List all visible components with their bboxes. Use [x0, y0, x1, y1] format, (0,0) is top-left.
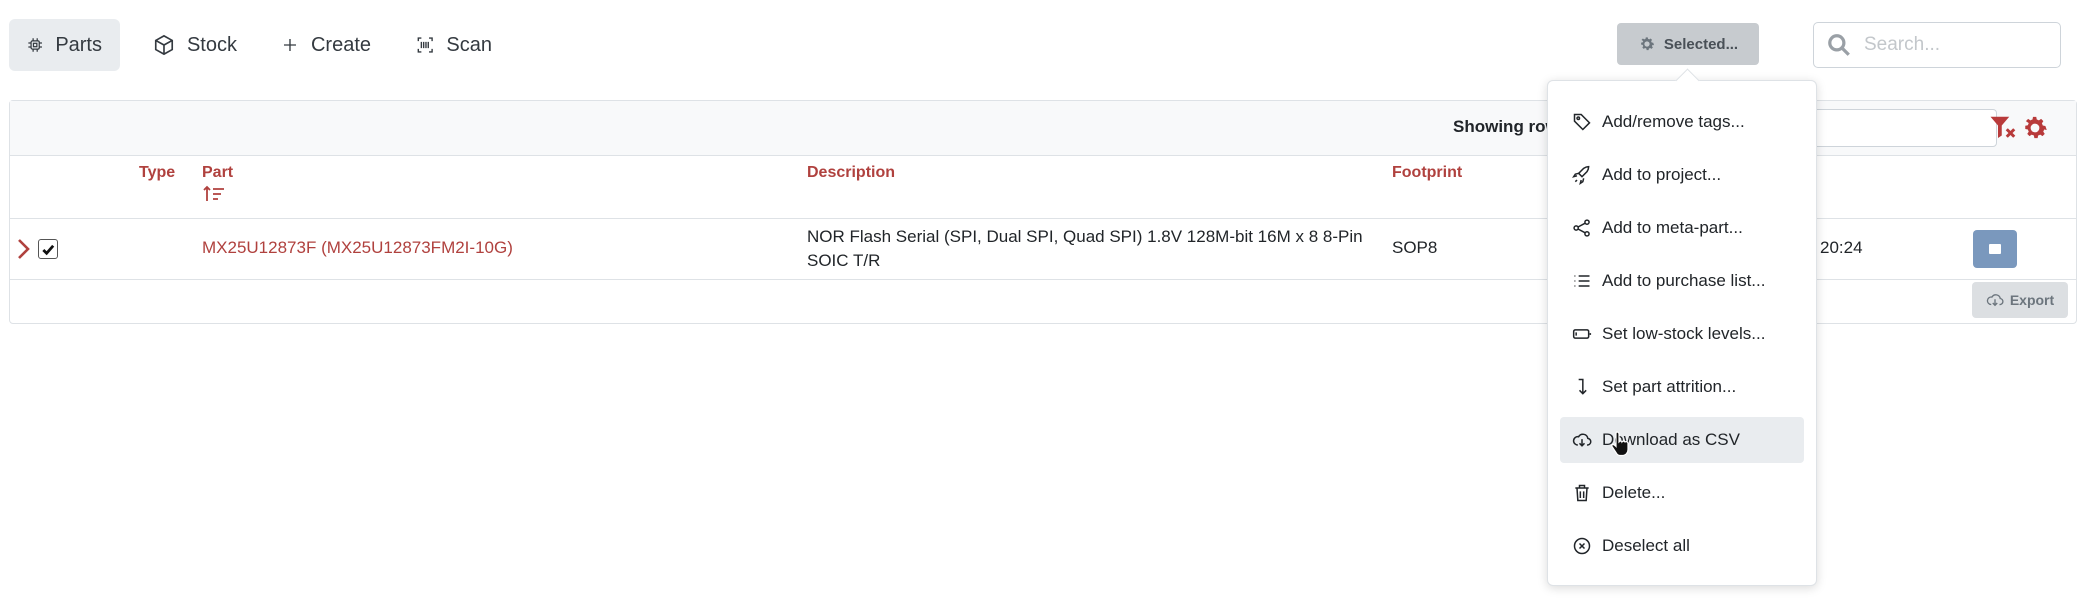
nav-create-label: Create	[310, 33, 371, 56]
circle-x-icon	[1573, 537, 1591, 555]
nav-parts-label: Parts	[55, 33, 102, 56]
selected-button-label: Selected...	[1663, 35, 1739, 53]
box-icon	[154, 34, 174, 56]
row-time: 20:24	[1820, 238, 1863, 257]
list-icon	[1574, 275, 1590, 287]
nav-create[interactable]: Create	[263, 19, 389, 71]
menu-item-tags[interactable]: Add/remove tags...	[1560, 99, 1804, 145]
table-settings-gear-icon[interactable]	[2020, 113, 2050, 143]
menu-item-project[interactable]: Add to project...	[1560, 152, 1804, 198]
search-box	[1813, 22, 2061, 68]
menu-item-deselect-all[interactable]: Deselect all	[1560, 523, 1804, 569]
col-part-header[interactable]: Part	[202, 164, 233, 182]
menu-item-download-csv[interactable]: Download as CSV	[1560, 417, 1804, 463]
col-footprint-header[interactable]: Footprint	[1392, 164, 1462, 182]
menu-item-label: Set part attrition...	[1602, 377, 1737, 396]
barcode-icon	[417, 37, 433, 53]
chevron-right-icon[interactable]	[16, 237, 32, 261]
selected-actions-button[interactable]: Selected...	[1617, 23, 1759, 65]
hand-pointer-cursor-icon	[1611, 431, 1629, 457]
col-type-header[interactable]: Type	[139, 164, 175, 182]
nav-parts[interactable]: Parts	[9, 19, 120, 71]
filter-remove-icon[interactable]	[1988, 113, 2018, 143]
nav-scan[interactable]: Scan	[398, 19, 510, 71]
search-input[interactable]	[1862, 33, 2046, 57]
rocket-icon	[1572, 165, 1590, 185]
menu-item-label: Add to project...	[1602, 165, 1722, 184]
cloud-download-icon	[1572, 433, 1592, 447]
menu-item-label: Add/remove tags...	[1602, 112, 1745, 131]
export-label: Export	[2009, 292, 2055, 308]
row-checkbox[interactable]	[38, 239, 58, 259]
col-description-header[interactable]: Description	[807, 164, 895, 182]
menu-item-label: Deselect all	[1602, 536, 1690, 555]
menu-item-label: Add to meta-part...	[1602, 218, 1743, 237]
nav-stock[interactable]: Stock	[135, 19, 255, 71]
cloud-download-icon	[1986, 294, 2004, 307]
arrow-down-icon	[1578, 378, 1587, 395]
selected-actions-menu: Add/remove tags... Add to project... Add…	[1547, 80, 1817, 586]
search-icon	[1828, 34, 1850, 56]
part-link[interactable]: MX25U12873F (MX25U12873FM2I-10G)	[202, 238, 513, 258]
menu-item-low-stock[interactable]: Set low-stock levels...	[1560, 311, 1804, 357]
menu-item-purchase-list[interactable]: Add to purchase list...	[1560, 258, 1804, 304]
part-footprint: SOP8	[1392, 238, 1438, 257]
part-description: NOR Flash Serial (SPI, Dual SPI, Quad SP…	[807, 227, 1363, 270]
row-action-button[interactable]	[1973, 230, 2017, 268]
menu-item-label: Set low-stock levels...	[1602, 324, 1766, 343]
menu-item-label: Add to purchase list...	[1602, 271, 1766, 290]
plus-icon	[283, 39, 296, 51]
export-button[interactable]: Export	[1972, 282, 2068, 318]
check-icon	[41, 244, 54, 255]
nav-scan-label: Scan	[446, 33, 492, 56]
chip-icon	[28, 38, 42, 52]
top-nav: Parts Stock Create Scan Selected... Sear…	[0, 0, 2086, 90]
battery-low-icon	[1572, 329, 1592, 339]
share-icon	[1573, 219, 1590, 237]
gear-icon	[1641, 37, 1654, 51]
minus-icon	[1989, 244, 2001, 254]
menu-item-meta-part[interactable]: Add to meta-part...	[1560, 205, 1804, 251]
menu-item-label: Delete...	[1602, 483, 1666, 502]
tag-icon	[1573, 113, 1591, 131]
menu-item-delete[interactable]: Delete...	[1560, 470, 1804, 516]
sort-ascending-icon[interactable]	[203, 185, 225, 203]
trash-icon	[1575, 484, 1589, 502]
app-root: Parts Stock Create Scan Selected... Sear…	[0, 0, 2086, 608]
nav-stock-label: Stock	[186, 33, 237, 56]
menu-item-attrition[interactable]: Set part attrition...	[1560, 364, 1804, 410]
